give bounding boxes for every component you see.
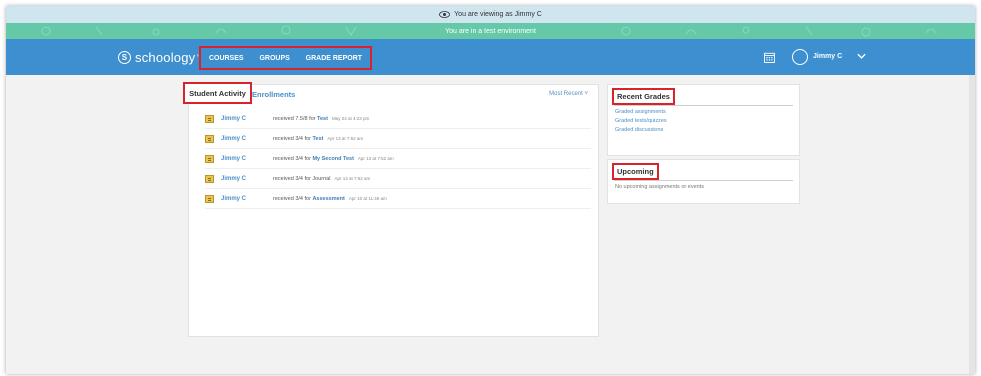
activity-row: Jimmy Creceived 3/4 for Test Apr 13 at 7:… (205, 129, 591, 149)
sort-dropdown[interactable]: Most Recent ˅ (549, 91, 588, 97)
activity-prefix: received 7.5/8 for (273, 115, 318, 122)
activity-timestamp: May 24 at 4:23 pm (331, 116, 370, 121)
activity-user-link[interactable]: Jimmy C (221, 116, 273, 122)
activity-description: received 3/4 for My Second Test (273, 156, 354, 162)
gradebook-icon (205, 174, 214, 183)
activity-user-link[interactable]: Jimmy C (221, 196, 273, 202)
test-environment-banner: You are in a test environment (6, 23, 975, 39)
test-environment-text: You are in a test environment (445, 27, 536, 35)
upcoming-card: Upcoming No upcoming assignments or even… (607, 159, 800, 204)
nav-courses-link[interactable]: COURSES (209, 55, 244, 62)
activity-description: received 3/4 for Journal (273, 176, 330, 182)
activity-item-link[interactable]: Test (312, 136, 323, 142)
user-name[interactable]: Jimmy C (813, 53, 842, 60)
activity-prefix: received 3/4 for (273, 195, 313, 202)
schoology-logo[interactable]: S schoology ™ (118, 49, 202, 65)
graded-tests-link[interactable]: Graded tests/quizzes (615, 118, 667, 127)
gradebook-icon (205, 134, 214, 143)
activity-description: received 3/4 for Test (273, 136, 323, 142)
tab-student-activity[interactable]: Student Activity (183, 82, 252, 104)
activity-tabs: Student Activity Enrollments Most Recent… (183, 82, 600, 107)
recent-grades-divider (614, 105, 793, 106)
upcoming-title: Upcoming (612, 163, 659, 180)
chevron-down-icon[interactable] (857, 53, 866, 60)
activity-user-link[interactable]: Jimmy C (221, 176, 273, 182)
nav-groups-link[interactable]: GROUPS (259, 55, 289, 62)
activity-description: received 3/4 for Assessment (273, 196, 345, 202)
viewing-as-text: You are viewing as Jimmy C (454, 11, 542, 18)
activity-item-link[interactable]: Test (317, 116, 328, 122)
activity-row: Jimmy Creceived 3/4 for My Second Test Ap… (205, 149, 591, 169)
activity-card: Student Activity Enrollments Most Recent… (183, 82, 600, 337)
calendar-icon[interactable] (764, 52, 775, 63)
activity-row: Jimmy Creceived 3/4 for Assessment Apr 10… (205, 189, 591, 209)
recent-grades-title: Recent Grades (612, 88, 675, 105)
gradebook-icon (205, 194, 214, 203)
graded-assignments-link[interactable]: Graded assignments (615, 109, 667, 118)
logo-text: schoology (135, 49, 196, 65)
graded-discussions-link[interactable]: Graded discussions (615, 127, 667, 136)
activity-item-link[interactable]: Assessment (312, 196, 344, 202)
activity-timestamp: Apr 10 at 11:49 am (348, 196, 387, 201)
nav-grade-report-link[interactable]: GRADE REPORT (306, 55, 362, 62)
page-scrollbar[interactable] (969, 75, 975, 374)
upcoming-divider (614, 180, 793, 181)
activity-prefix: received 3/4 for (273, 135, 313, 142)
eye-icon (439, 11, 451, 18)
gradebook-icon (205, 154, 214, 163)
activity-row: Jimmy Creceived 3/4 for Journal Apr 13 at… (205, 169, 591, 189)
schoology-s-icon: S (118, 50, 131, 64)
app-window: You are viewing as Jimmy C You are in a … (6, 6, 975, 374)
activity-user-link[interactable]: Jimmy C (221, 156, 273, 162)
activity-description: received 7.5/8 for Test (273, 116, 328, 122)
tab-enrollments[interactable]: Enrollments (252, 90, 295, 99)
activity-timestamp: Apr 13 at 7:52 am (334, 176, 371, 181)
viewing-as-banner: You are viewing as Jimmy C (6, 6, 975, 23)
recent-grades-card: Recent Grades Graded assignments Graded … (607, 84, 800, 156)
activity-row: Jimmy Creceived 7.5/8 for Test May 24 at … (205, 109, 591, 129)
gradebook-icon (205, 114, 214, 123)
activity-item-link[interactable]: My Second Test (312, 156, 353, 162)
activity-timestamp: Apr 13 at 7:52 am (357, 156, 394, 161)
top-navigation: S schoology ™ COURSES GROUPS GRADE REPORT… (6, 39, 975, 75)
upcoming-empty-text: No upcoming assignments or events (615, 184, 704, 190)
activity-prefix: received 3/4 for Journal (273, 175, 331, 182)
activity-timestamp: Apr 13 at 7:52 am (327, 136, 364, 141)
nav-links-group: COURSES GROUPS GRADE REPORT (199, 46, 372, 70)
activity-user-link[interactable]: Jimmy C (221, 136, 273, 142)
activity-prefix: received 3/4 for (273, 155, 313, 162)
user-avatar[interactable] (792, 49, 808, 65)
activity-feed: Jimmy Creceived 7.5/8 for Test May 24 at … (205, 109, 591, 209)
